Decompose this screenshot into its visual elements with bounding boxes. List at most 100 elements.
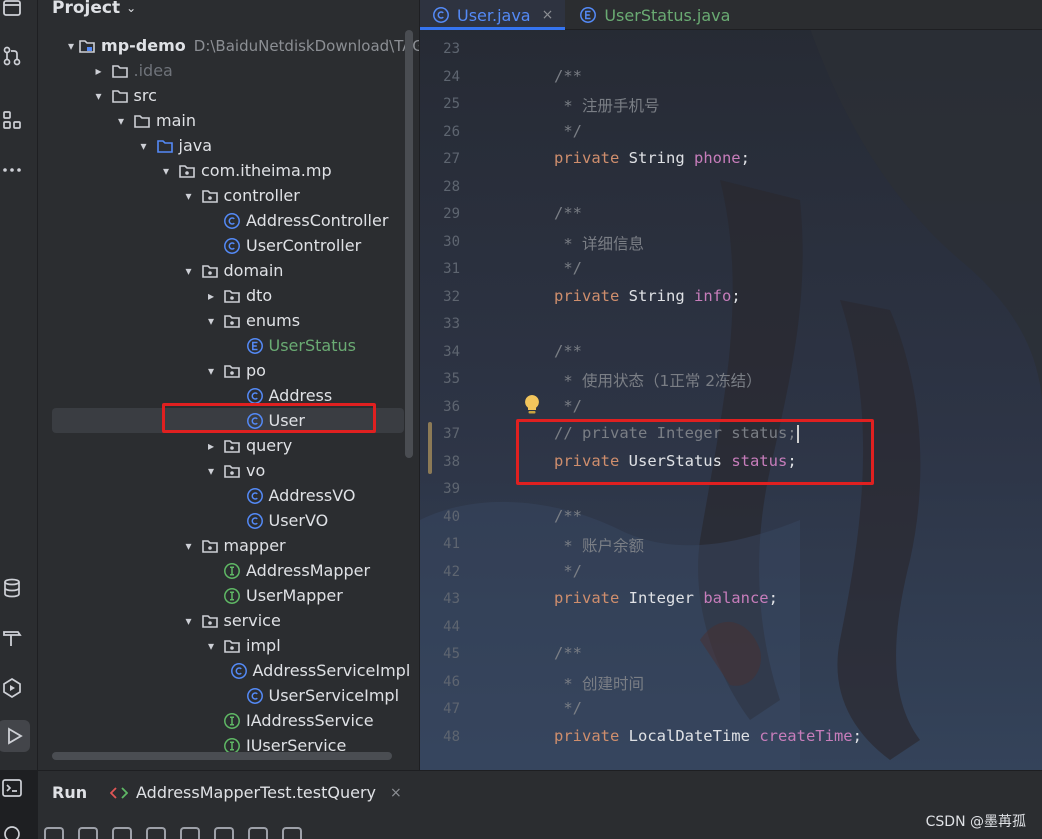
- project-view-dropdown[interactable]: Project ⌄: [52, 0, 136, 20]
- stop-icon[interactable]: [146, 827, 166, 839]
- tree-item[interactable]: ▾ controller: [38, 183, 406, 208]
- code-editor[interactable]: User.java × UserStatus.java 23 24 /** 25 * 注册…: [419, 0, 1042, 770]
- chevron-down-icon[interactable]: ▾: [91, 89, 107, 103]
- code-line[interactable]: private String phone;: [554, 149, 750, 167]
- tree-item[interactable]: UserStatus: [38, 333, 406, 358]
- code-line[interactable]: * 创建时间: [554, 672, 644, 694]
- code-line[interactable]: */: [554, 562, 582, 580]
- tree-item[interactable]: UserMapper: [38, 583, 406, 608]
- tool-window-strip: [0, 0, 38, 839]
- rerun-icon[interactable]: [44, 827, 64, 839]
- tree-item[interactable]: AddressMapper: [38, 558, 406, 583]
- chevron-down-icon[interactable]: ▾: [203, 639, 219, 653]
- collapse-icon[interactable]: [282, 827, 302, 839]
- code-line[interactable]: */: [554, 122, 582, 140]
- chevron-down-icon[interactable]: ▾: [181, 539, 197, 553]
- tree-item[interactable]: AddressVO: [38, 483, 406, 508]
- chevron-right-icon[interactable]: ▸: [91, 64, 107, 78]
- code-line[interactable]: /**: [554, 644, 582, 662]
- code-line[interactable]: * 详细信息: [554, 232, 644, 254]
- chevron-down-icon[interactable]: ▾: [203, 364, 219, 378]
- chevron-down-icon[interactable]: ▾: [68, 39, 74, 53]
- package-icon: [223, 437, 241, 455]
- editor-tab[interactable]: User.java ×: [420, 0, 566, 30]
- tree-item[interactable]: ▸ dto: [38, 283, 406, 308]
- code-line[interactable]: private String info;: [554, 287, 741, 305]
- show-passed-icon[interactable]: [180, 827, 200, 839]
- chevron-down-icon[interactable]: ▾: [158, 164, 174, 178]
- run-config-tab[interactable]: AddressMapperTest.testQuery ×: [110, 783, 402, 802]
- code-line[interactable]: /**: [554, 67, 582, 85]
- tree-item[interactable]: ▾ main: [38, 108, 406, 133]
- tree-item[interactable]: User: [52, 408, 404, 433]
- code-line[interactable]: private LocalDateTime createTime;: [554, 727, 862, 745]
- show-ignored-icon[interactable]: [214, 827, 234, 839]
- tree-item[interactable]: ▸ query: [38, 433, 406, 458]
- editor-tab[interactable]: UserStatus.java: [565, 0, 742, 30]
- chevron-down-icon[interactable]: ▾: [181, 264, 197, 278]
- code-line[interactable]: */: [554, 259, 582, 277]
- code-line[interactable]: /**: [554, 204, 582, 222]
- code-line[interactable]: private Integer balance;: [554, 589, 778, 607]
- problems-tool-icon[interactable]: [0, 822, 24, 839]
- chevron-down-icon[interactable]: ▾: [181, 614, 197, 628]
- class-icon: [223, 212, 241, 230]
- lightbulb-icon[interactable]: [523, 394, 541, 416]
- package-icon: [178, 162, 196, 180]
- close-icon[interactable]: ×: [390, 785, 402, 801]
- build-tool-icon[interactable]: [0, 626, 24, 650]
- code-token: */: [554, 259, 582, 277]
- tree-item[interactable]: ▾ mp-demo D:\BaiduNetdiskDownload\TAG: [38, 33, 419, 58]
- tree-item[interactable]: IAddressService: [38, 708, 406, 733]
- chevron-down-icon[interactable]: ▾: [181, 189, 197, 203]
- close-icon[interactable]: ×: [542, 7, 554, 23]
- tree-item[interactable]: Address: [38, 383, 406, 408]
- tree-item[interactable]: ▾ java: [38, 133, 406, 158]
- code-line[interactable]: * 使用状态（1正常 2冻结）: [554, 369, 761, 391]
- tree-item[interactable]: ▾ service: [38, 608, 406, 633]
- chevron-down-icon[interactable]: ▾: [136, 139, 152, 153]
- code-line[interactable]: // private Integer status;: [554, 424, 799, 443]
- tree-item[interactable]: ▸ .idea: [38, 58, 406, 83]
- services-tool-icon[interactable]: [0, 676, 24, 700]
- code-line[interactable]: */: [554, 397, 582, 415]
- chevron-right-icon[interactable]: ▸: [203, 439, 219, 453]
- tree-item[interactable]: ▾ domain: [38, 258, 406, 283]
- chevron-down-icon[interactable]: ▾: [203, 314, 219, 328]
- line-number: 36: [443, 398, 460, 415]
- tree-item[interactable]: UserController: [38, 233, 406, 258]
- tree-horizontal-scrollbar[interactable]: [52, 752, 392, 760]
- tree-item[interactable]: ▾ mapper: [38, 533, 406, 558]
- project-tool-icon[interactable]: [0, 0, 24, 20]
- code-line[interactable]: */: [554, 699, 582, 717]
- tree-item[interactable]: UserVO: [38, 508, 406, 533]
- tree-item[interactable]: ▾ enums: [38, 308, 406, 333]
- tree-item[interactable]: AddressServiceImpl: [38, 658, 410, 683]
- database-tool-icon[interactable]: [0, 576, 24, 600]
- structure-tool-icon[interactable]: [0, 108, 24, 132]
- code-line[interactable]: private UserStatus status;: [554, 452, 797, 470]
- terminal-tool-icon[interactable]: [0, 776, 24, 800]
- sort-icon[interactable]: [248, 827, 268, 839]
- tree-item[interactable]: ▾ po: [38, 358, 406, 383]
- tree-item[interactable]: AddressController: [38, 208, 406, 233]
- chevron-down-icon[interactable]: ▾: [113, 114, 129, 128]
- code-line[interactable]: /**: [554, 507, 582, 525]
- chevron-right-icon[interactable]: ▸: [203, 289, 219, 303]
- rerun-failed-icon[interactable]: [78, 827, 98, 839]
- commit-tool-icon[interactable]: [0, 44, 24, 68]
- code-line[interactable]: * 账户余额: [554, 534, 644, 556]
- run-window-title: Run: [52, 783, 88, 802]
- tree-item[interactable]: ▾ com.itheima.mp: [38, 158, 406, 183]
- run-tool-icon[interactable]: [0, 720, 30, 752]
- more-tools-icon[interactable]: [0, 158, 24, 182]
- code-line[interactable]: /**: [554, 342, 582, 360]
- tree-item[interactable]: ▾ impl: [38, 633, 406, 658]
- tree-item[interactable]: ▾ vo: [38, 458, 406, 483]
- tree-item[interactable]: UserServiceImpl: [38, 683, 406, 708]
- chevron-down-icon[interactable]: ▾: [203, 464, 219, 478]
- tree-item[interactable]: ▾ src: [38, 83, 406, 108]
- code-line[interactable]: * 注册手机号: [554, 94, 659, 116]
- toggle-auto-test-icon[interactable]: [112, 827, 132, 839]
- tree-vertical-scrollbar[interactable]: [405, 30, 413, 458]
